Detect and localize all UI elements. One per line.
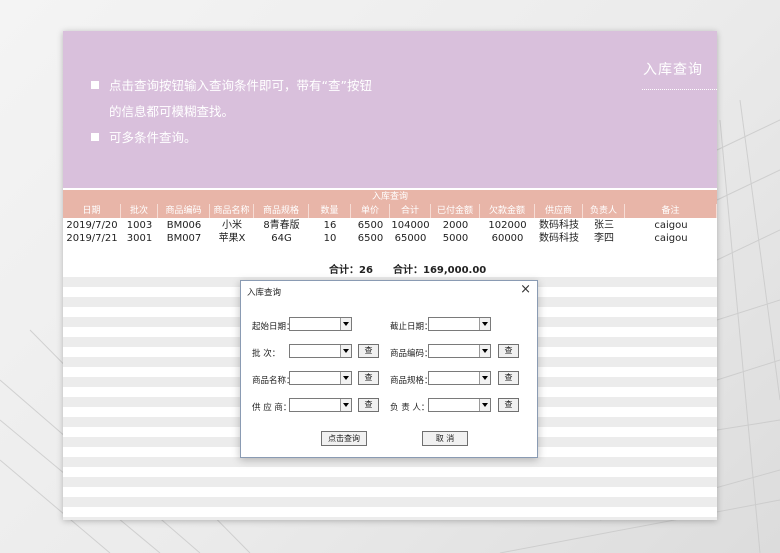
spec-field[interactable]	[428, 371, 491, 385]
column-header: 数量	[309, 204, 351, 218]
name-field[interactable]	[289, 371, 352, 385]
instruction-text-continued: 的信息都可模糊查找。	[109, 104, 235, 119]
banner-title: 入库查询	[643, 62, 703, 78]
empty-row	[63, 517, 717, 520]
spec-search-button[interactable]: 查	[498, 371, 519, 385]
supplier-field[interactable]	[289, 398, 352, 412]
table-cell: 苹果X	[218, 233, 246, 244]
column-header: 合计	[390, 204, 431, 218]
code-search-button[interactable]: 查	[498, 344, 519, 358]
table-row: 2019/7/21 3001 BM007 苹果X 64G 10 6500 65000 5000 6…	[63, 232, 717, 245]
close-icon[interactable]: ×	[520, 282, 531, 297]
instruction-list: 点击查询按钮输入查询条件即可，带有“查”按钮 的信息都可模糊查找。 可多条件查询…	[91, 73, 372, 151]
end-date-label: 截止日期：	[390, 322, 433, 332]
empty-row	[63, 457, 717, 467]
dropdown-arrow-icon[interactable]	[340, 399, 351, 411]
dropdown-arrow-icon[interactable]	[340, 345, 351, 357]
table-cell: 小米	[222, 220, 242, 231]
column-header: 负责人	[583, 204, 625, 218]
column-header: 欠款金额	[480, 204, 535, 218]
owner-label: 负 责 人：	[390, 403, 430, 413]
dropdown-arrow-icon[interactable]	[340, 318, 351, 330]
dropdown-arrow-icon[interactable]	[479, 399, 490, 411]
column-header: 单价	[351, 204, 390, 218]
table-cell: 2019/7/20	[66, 220, 118, 231]
column-header: 供应商	[535, 204, 583, 218]
code-field[interactable]	[428, 344, 491, 358]
batch-search-button[interactable]: 查	[358, 344, 379, 358]
cancel-button[interactable]: 取 消	[422, 431, 468, 446]
end-date-field[interactable]	[428, 317, 491, 331]
dropdown-arrow-icon[interactable]	[479, 372, 490, 384]
supplier-search-button[interactable]: 查	[358, 398, 379, 412]
table-cell: 数码科技	[539, 220, 579, 231]
instruction-text: 点击查询按钮输入查询条件即可，带有“查”按钮	[109, 78, 372, 93]
table-cell: 6500	[357, 233, 384, 244]
table-cell: 3001	[126, 233, 153, 244]
empty-row	[63, 477, 717, 487]
table-cell: 6500	[357, 220, 384, 231]
table-cell: 10	[323, 233, 337, 244]
column-header: 已付金额	[431, 204, 480, 218]
column-header: 日期	[63, 204, 121, 218]
table-cell: 2000	[442, 220, 469, 231]
dropdown-arrow-icon[interactable]	[340, 372, 351, 384]
spec-label: 商品规格：	[390, 376, 433, 386]
table-cell: caigou	[654, 233, 688, 244]
code-label: 商品编码：	[390, 349, 433, 359]
info-banner: 点击查询按钮输入查询条件即可，带有“查”按钮 的信息都可模糊查找。 可多条件查询…	[63, 31, 717, 188]
dialog-title: 入库查询	[247, 288, 282, 298]
instruction-item: 可多条件查询。	[91, 125, 372, 151]
column-header: 商品名称	[210, 204, 254, 218]
dropdown-arrow-icon[interactable]	[479, 345, 490, 357]
table-row: 2019/7/20 1003 BM006 小米 8青春版 16 6500 104000 2000…	[63, 219, 717, 232]
divider	[642, 89, 717, 90]
table-cell: 64G	[271, 233, 292, 244]
table-cell: 102000	[488, 220, 527, 231]
table-cell: 李四	[594, 233, 614, 244]
start-date-field[interactable]	[289, 317, 352, 331]
total-amount: 合计：169,000.00	[393, 265, 487, 276]
owner-search-button[interactable]: 查	[498, 398, 519, 412]
empty-row	[63, 497, 717, 507]
table-cell: 60000	[491, 233, 524, 244]
dropdown-arrow-icon[interactable]	[479, 318, 490, 330]
table-cell: 65000	[394, 233, 427, 244]
owner-field[interactable]	[428, 398, 491, 412]
table-cell: 张三	[594, 220, 614, 231]
table-cell: 数码科技	[539, 233, 579, 244]
table-cell: 1003	[126, 220, 153, 231]
column-header: 备注	[625, 204, 717, 218]
table-header: 日期 批次 商品编码 商品名称 商品规格 数量 单价 合计 已付金额 欠款金额 供应商 负责人 备注	[63, 204, 717, 218]
instruction-text: 可多条件查询。	[109, 130, 197, 145]
column-header: 商品编码	[158, 204, 210, 218]
table-cell: BM007	[166, 233, 202, 244]
instruction-item: 点击查询按钮输入查询条件即可，带有“查”按钮 的信息都可模糊查找。	[91, 73, 372, 125]
batch-field[interactable]	[289, 344, 352, 358]
supplier-label: 供 应 商：	[252, 403, 292, 413]
table-cell: 104000	[391, 220, 430, 231]
column-header: 批次	[121, 204, 158, 218]
query-dialog: 入库查询 × 起始日期： 截止日期： 批 次： 查 商品编码： 查 商品名称： …	[240, 280, 538, 458]
table-cell: caigou	[654, 220, 688, 231]
column-header: 商品规格	[254, 204, 309, 218]
submit-query-button[interactable]: 点击查询	[321, 431, 367, 446]
grid-title: 入库查询	[63, 190, 717, 204]
table-cell: 8青春版	[263, 220, 300, 231]
batch-label: 批 次：	[252, 349, 281, 359]
table-cell: 2019/7/21	[66, 233, 118, 244]
name-search-button[interactable]: 查	[358, 371, 379, 385]
total-quantity: 合计：26	[329, 265, 373, 276]
table-cell: 5000	[442, 233, 469, 244]
table-cell: BM006	[166, 220, 202, 231]
table-cell: 16	[323, 220, 337, 231]
